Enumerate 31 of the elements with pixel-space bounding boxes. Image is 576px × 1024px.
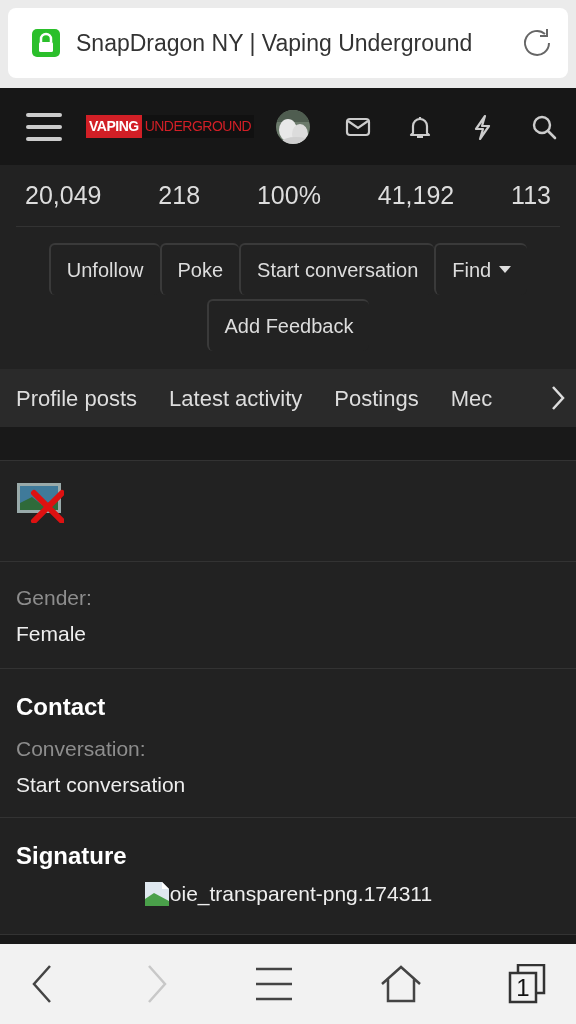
- section-title: Contact: [16, 692, 107, 722]
- action-button[interactable]: Find: [434, 243, 528, 295]
- action-button[interactable]: Poke: [159, 243, 240, 295]
- chevron-right-icon: [551, 385, 565, 411]
- field-label: Gender:: [16, 585, 93, 611]
- field-label: Conversation:: [16, 736, 147, 762]
- profile-tab[interactable]: Postings: [334, 381, 419, 415]
- field-value: Female: [16, 620, 88, 647]
- image-alt-text: oie_transparent-png.174311: [169, 881, 433, 908]
- action-button[interactable]: Start conversation: [239, 243, 435, 295]
- action-button[interactable]: Unfollow: [48, 243, 160, 295]
- menu-icon[interactable]: [255, 967, 293, 1001]
- broken-image-icon: [143, 880, 170, 907]
- field-value: Start conversation: [16, 771, 187, 798]
- tabs-icon: [508, 964, 546, 1004]
- stat-value: 20,049: [25, 179, 102, 211]
- section-title: Signature: [16, 841, 128, 871]
- stat-value: 218: [158, 179, 201, 211]
- stat-value: 113: [511, 179, 551, 211]
- home-icon[interactable]: [379, 965, 422, 1003]
- profile-tab[interactable]: Profile posts: [16, 381, 138, 415]
- stat-value: 41,192: [377, 179, 455, 211]
- profile-tab[interactable]: Latest activity: [169, 381, 303, 415]
- tabs-button[interactable]: 1: [508, 964, 546, 1004]
- broken-image-icon: [16, 481, 64, 523]
- page-title: SnapDragon NY | Vaping Underground: [76, 28, 474, 58]
- action-button[interactable]: Add Feedback: [206, 299, 370, 351]
- menu-icon[interactable]: [26, 111, 62, 142]
- caret-icon: [499, 266, 512, 274]
- profile-tab[interactable]: Mec: [450, 381, 493, 415]
- stat-value: 100%: [256, 179, 321, 211]
